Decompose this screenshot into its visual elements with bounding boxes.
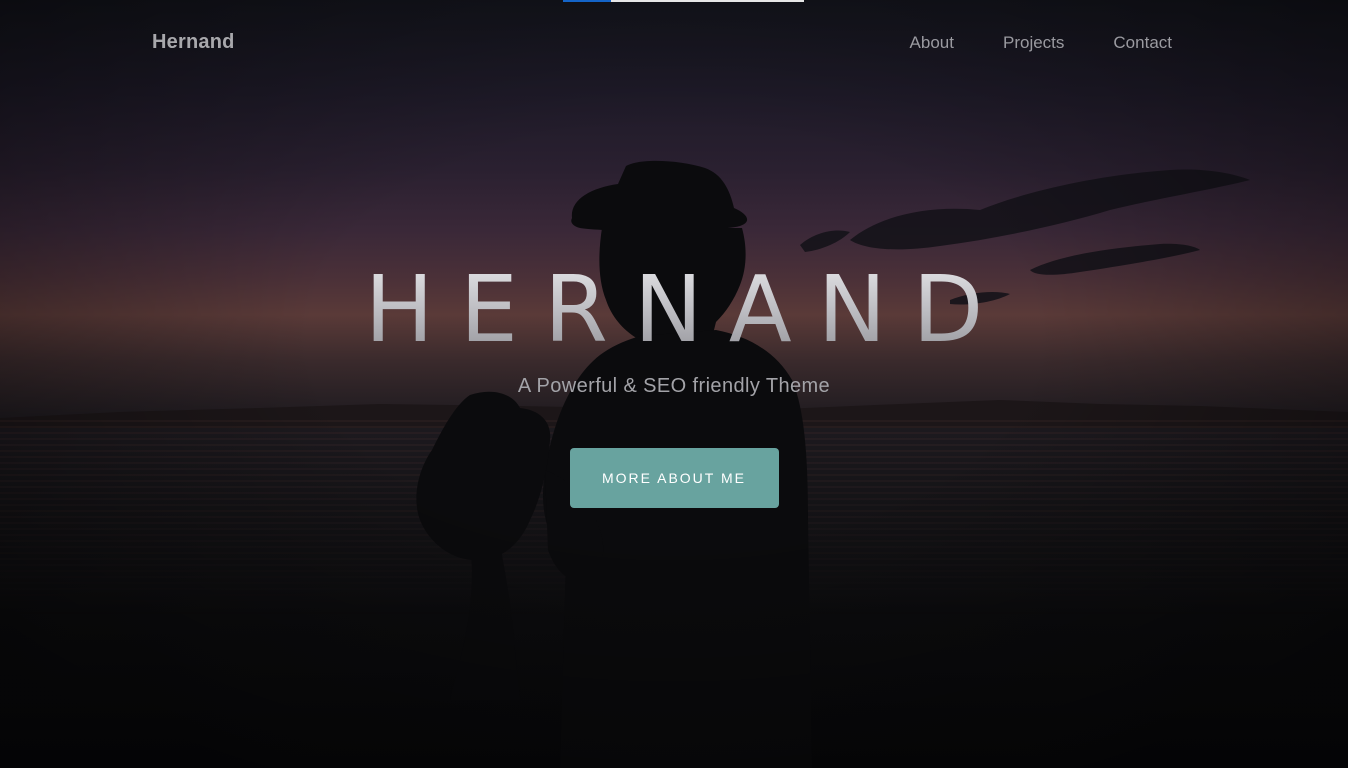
hero-title: HERNAND (0, 255, 1348, 365)
hero-content: HERNAND A Powerful & SEO friendly Theme … (0, 255, 1348, 508)
hero-section: Hernand About Projects Contact HERNAND A… (0, 0, 1348, 768)
nav-link-contact[interactable]: Contact (1113, 33, 1172, 53)
hero-subtitle: A Powerful & SEO friendly Theme (517, 375, 831, 397)
brand-logo-link[interactable]: Hernand (152, 31, 235, 54)
nav-links: About Projects Contact (910, 33, 1172, 53)
nav-link-projects[interactable]: Projects (1003, 33, 1064, 53)
nav-link-about[interactable]: About (910, 33, 954, 53)
top-navbar: Hernand About Projects Contact (0, 0, 1348, 88)
more-about-me-button[interactable]: MORE ABOUT ME (569, 448, 779, 508)
